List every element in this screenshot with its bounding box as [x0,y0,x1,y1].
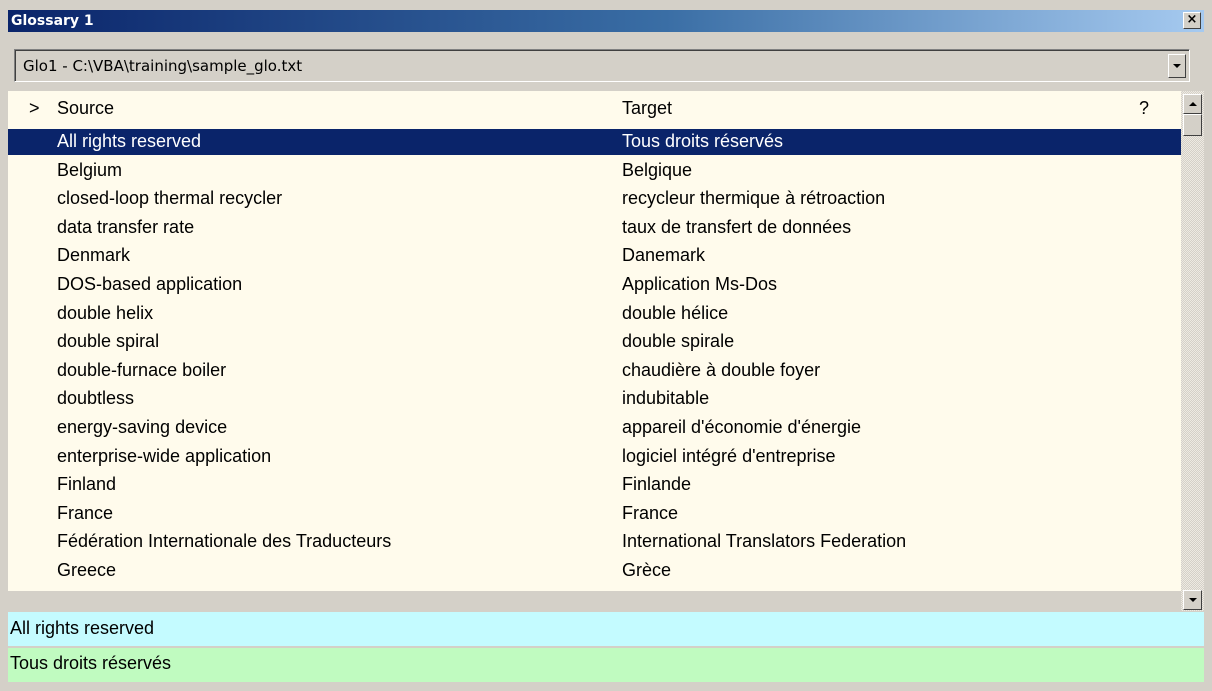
target-cell: recycleur thermique à rétroaction [622,188,886,209]
table-row[interactable]: Fédération Internationale des Traducteur… [8,529,1181,558]
source-cell: All rights reserved [57,131,202,151]
source-cell: double helix [57,302,154,323]
source-cell: DOS-based application [57,273,243,294]
source-cell: Belgium [57,159,123,180]
table-row[interactable]: Denmark Danemark [8,243,1181,272]
table-row[interactable]: double-furnace boiler chaudière à double … [8,358,1181,387]
scrollbar-thumb[interactable] [1183,114,1202,136]
column-header-target[interactable]: Target [622,98,672,119]
target-cell: logiciel intégré d'entreprise [622,445,836,466]
source-cell: doubtless [57,388,135,409]
table-row[interactable]: France France [8,501,1181,530]
close-icon: × [1186,12,1198,27]
source-cell: enterprise-wide application [57,445,272,466]
glossary-selector-value: Glo1 - C:\VBA\training\sample_glo.txt [23,57,303,75]
target-term-field[interactable]: Tous droits réservés [8,648,1204,682]
table-row[interactable]: All rights reserved Tous droits réservés [8,129,1181,155]
column-header-source[interactable]: Source [57,98,114,119]
source-cell: data transfer rate [57,216,195,237]
grid-footer-strip [8,591,1181,611]
target-cell: double spirale [622,331,735,352]
vertical-scrollbar[interactable] [1181,91,1204,611]
target-cell: Application Ms-Dos [622,273,778,294]
table-row[interactable]: double spiral double spirale [8,329,1181,358]
grid-rows: All rights reserved Tous droits réservés B… [8,129,1181,587]
table-row[interactable]: enterprise-wide application logiciel inté… [8,444,1181,473]
source-cell: double spiral [57,331,160,352]
table-row[interactable]: data transfer rate taux de transfert de d… [8,215,1181,244]
glossary-dropdown-button[interactable] [1168,54,1186,78]
source-cell: Greece [57,559,117,580]
table-row[interactable]: energy-saving device appareil d'économie … [8,415,1181,444]
grid-header: > Source Target ? [8,91,1181,125]
arrow-up-icon [1188,102,1197,106]
target-cell: International Translators Federation [622,531,907,552]
table-row[interactable]: Belgium Belgique [8,158,1181,187]
target-cell: Tous droits réservés [622,131,784,151]
close-button[interactable]: × [1183,12,1201,29]
target-cell: taux de transfert de données [622,216,852,237]
target-cell: Grèce [622,559,672,580]
table-row[interactable]: DOS-based application Application Ms-Dos [8,272,1181,301]
scroll-up-button[interactable] [1183,94,1202,114]
source-cell: France [57,502,114,523]
column-header-flag[interactable]: ? [1139,98,1149,119]
scroll-down-button[interactable] [1183,590,1202,610]
target-cell: appareil d'économie d'énergie [622,416,862,437]
arrow-down-icon [1188,598,1197,602]
glossary-grid[interactable]: > Source Target ? All rights reserved Tou… [8,91,1181,591]
table-row[interactable]: Greece Grèce [8,558,1181,587]
table-row[interactable]: double helix double hélice [8,301,1181,330]
window-title: Glossary 1 [11,13,94,29]
title-bar: Glossary 1 × [8,10,1204,32]
source-cell: Finland [57,474,117,495]
source-cell: closed-loop thermal recycler [57,188,283,209]
table-row[interactable]: doubtless indubitable [8,386,1181,415]
target-cell: Belgique [622,159,693,180]
source-cell: Denmark [57,245,131,266]
target-cell: France [622,502,679,523]
source-cell: energy-saving device [57,416,228,437]
source-cell: Fédération Internationale des Traducteur… [57,531,392,552]
table-row[interactable]: closed-loop thermal recycler recycleur th… [8,186,1181,215]
row-marker-header: > [29,98,40,118]
chevron-down-icon [1173,64,1181,68]
target-cell: Danemark [622,245,706,266]
target-cell: chaudière à double foyer [622,359,821,380]
glossary-selector[interactable]: Glo1 - C:\VBA\training\sample_glo.txt [14,49,1190,82]
source-term-field[interactable]: All rights reserved [8,612,1204,646]
source-cell: double-furnace boiler [57,359,227,380]
target-cell: Finlande [622,474,692,495]
table-row[interactable]: Finland Finlande [8,472,1181,501]
target-cell: indubitable [622,388,710,409]
target-cell: double hélice [622,302,729,323]
